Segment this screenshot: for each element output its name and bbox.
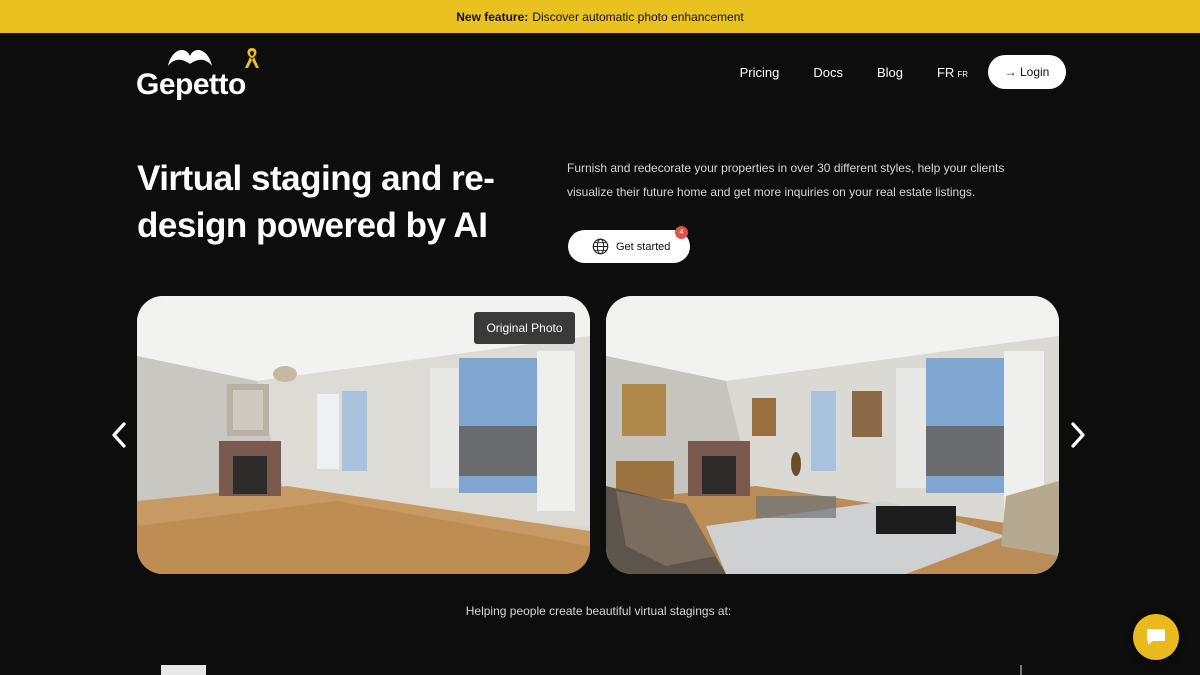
ribbon-icon (245, 48, 259, 68)
logo[interactable]: Gepetto (136, 46, 276, 106)
nav-blog[interactable]: Blog (877, 65, 903, 80)
banner-text[interactable]: Discover automatic photo enhancement (532, 10, 743, 24)
hero-description: Furnish and redecorate your properties i… (567, 161, 1005, 199)
nav-pricing[interactable]: Pricing (740, 65, 780, 80)
nav-docs[interactable]: Docs (813, 65, 843, 80)
language-label: FR (936, 64, 955, 80)
globe-icon (592, 238, 609, 255)
staged-room-photo (606, 296, 1059, 574)
chat-icon (1147, 629, 1165, 645)
logo-text: Gepetto (136, 68, 246, 101)
get-started-button[interactable]: Get started 4 (568, 226, 690, 263)
carousel-next-button[interactable] (1065, 420, 1089, 450)
get-started-label: Get started (616, 240, 671, 253)
main-nav: Pricing Docs Blog FR FR → Login (706, 55, 1066, 89)
chevron-left-icon (112, 422, 126, 448)
language-sub: FR (957, 69, 968, 79)
partner-logo (161, 665, 206, 675)
notification-badge: 4 (675, 226, 688, 239)
chevron-right-icon (1071, 422, 1085, 448)
announcement-banner[interactable]: New feature: Discover automatic photo en… (0, 0, 1200, 33)
partner-logo-divider (1020, 665, 1022, 675)
hero-title: Virtual staging and re-design powered by… (137, 159, 495, 245)
partners-tagline: Helping people create beautiful virtual … (465, 604, 732, 618)
original-photo-badge: Original Photo (474, 312, 575, 344)
banner-label: New feature: (456, 9, 529, 24)
mustache-icon (168, 50, 212, 66)
login-button[interactable]: → Login (988, 55, 1066, 89)
language-selector[interactable]: FR FR (937, 65, 968, 80)
carousel-prev-button[interactable] (108, 420, 132, 450)
chat-button[interactable] (1133, 614, 1179, 660)
